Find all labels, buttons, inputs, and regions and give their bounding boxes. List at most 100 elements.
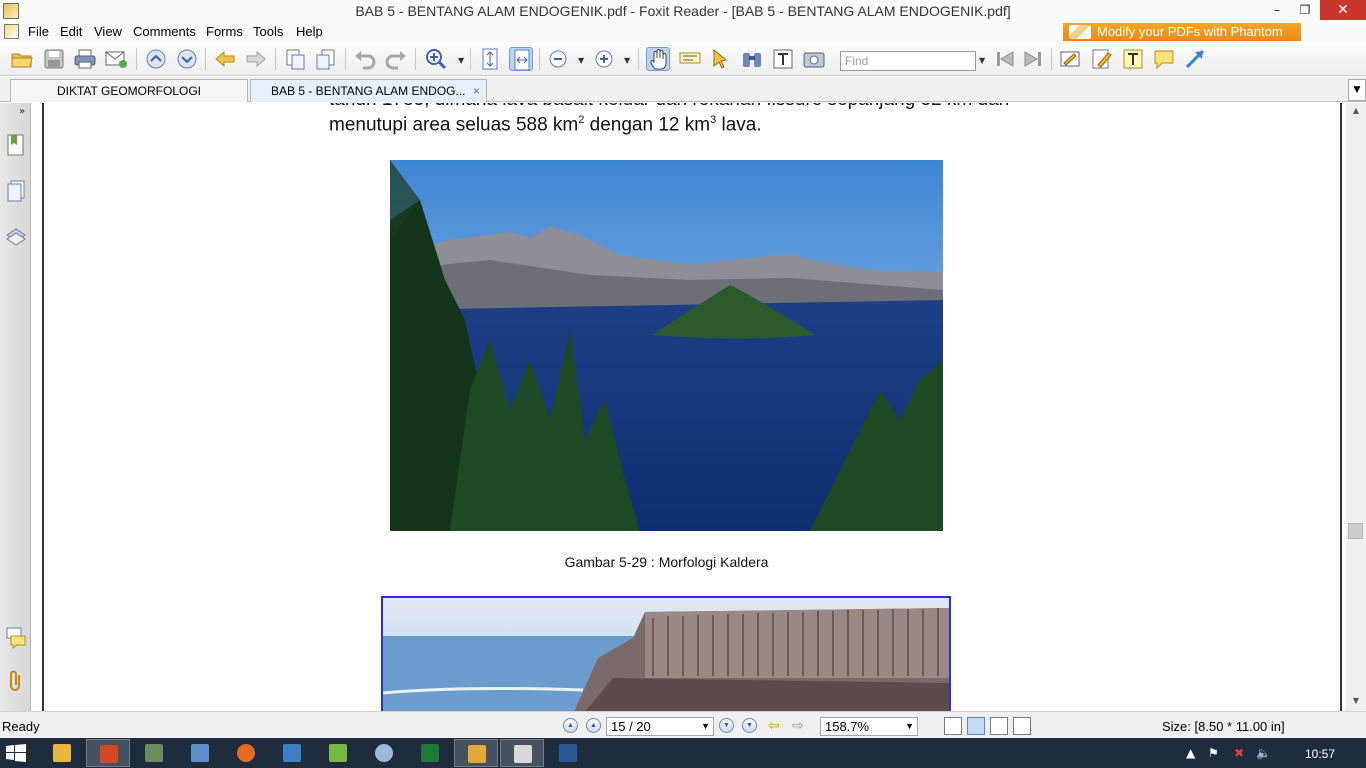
typewriter-icon[interactable] xyxy=(771,47,795,71)
taskbar-foxit-reader[interactable] xyxy=(500,739,544,767)
select-annotation-icon[interactable] xyxy=(709,47,733,71)
comments-panel-icon[interactable] xyxy=(5,625,27,649)
status-bar: Ready ▲ ▲ 15 / 20 ▼ ▼ ▼ ⇦ ⇨ 158.7% ▼ Siz… xyxy=(0,711,1366,738)
find-input[interactable]: Find xyxy=(840,51,976,71)
select-text-icon[interactable] xyxy=(678,47,702,71)
next-page-icon[interactable] xyxy=(175,47,199,71)
zoom-plus-icon[interactable] xyxy=(592,47,616,71)
previous-page-button[interactable]: ▲ xyxy=(586,718,601,733)
extract-pages-icon[interactable] xyxy=(283,47,307,71)
layers-icon[interactable] xyxy=(5,223,27,247)
document-menu-icon[interactable] xyxy=(4,24,19,39)
fit-page-icon[interactable] xyxy=(478,47,502,71)
menu-view[interactable]: View xyxy=(94,24,122,39)
attachments-paperclip-icon[interactable] xyxy=(5,669,27,693)
vertical-scrollbar[interactable]: ▲ ▼ xyxy=(1346,103,1366,711)
sticky-note-icon[interactable] xyxy=(1152,47,1176,71)
taskbar-excel[interactable] xyxy=(408,739,452,767)
go-forward-arrow-icon[interactable]: ⇨ xyxy=(792,717,804,734)
last-page-icon[interactable]: ▼ xyxy=(742,718,757,733)
taskbar-foxit-pen[interactable] xyxy=(454,739,498,767)
hand-tool-icon[interactable] xyxy=(646,47,670,71)
restore-button[interactable]: ❐ xyxy=(1290,0,1320,20)
email-icon[interactable] xyxy=(104,47,128,71)
page-number-select[interactable]: 15 / 20 ▼ xyxy=(606,717,714,736)
tab-list-dropdown-icon[interactable]: ▼ xyxy=(1348,79,1366,101)
text-box-icon[interactable] xyxy=(1121,47,1145,71)
phantom-promo-banner[interactable]: Modify your PDFs with Phantom xyxy=(1063,23,1301,41)
redo-icon[interactable] xyxy=(384,47,408,71)
menu-edit[interactable]: Edit xyxy=(60,24,82,39)
zoom-level-select[interactable]: 158.7% ▼ xyxy=(820,717,918,736)
bookmarks-icon[interactable] xyxy=(5,133,27,157)
undo-icon[interactable] xyxy=(353,47,377,71)
sign-pen-icon[interactable] xyxy=(1058,47,1082,71)
expand-panel-icon[interactable]: » xyxy=(19,106,25,117)
zoom-out-dropdown-arrow[interactable]: ▼ xyxy=(578,56,584,65)
zoom-level-value: 158.7% xyxy=(825,719,870,734)
basalt-cliff-photo xyxy=(381,596,951,711)
taskbar-app-pen[interactable] xyxy=(132,739,176,767)
toolbar-separator xyxy=(275,48,276,70)
find-next-icon[interactable] xyxy=(1021,47,1045,71)
previous-page-icon[interactable] xyxy=(144,47,168,71)
menu-tools[interactable]: Tools xyxy=(253,24,283,39)
taskbar-remote-desktop[interactable] xyxy=(178,739,222,767)
action-center-flag-icon[interactable]: ⚑ xyxy=(1208,746,1219,760)
single-page-layout-icon[interactable] xyxy=(944,717,962,735)
save-icon[interactable] xyxy=(42,47,66,71)
continuous-facing-layout-icon[interactable] xyxy=(1013,717,1031,735)
find-dropdown-arrow[interactable]: ▼ xyxy=(979,56,985,65)
toolbar-separator xyxy=(470,48,471,70)
network-icon[interactable]: ✖ xyxy=(1234,746,1244,760)
minimize-button[interactable]: – xyxy=(1262,0,1292,20)
close-button[interactable]: ✕ xyxy=(1320,0,1366,20)
document-view[interactable]: tahun 1783, dimana lava basalt keluar da… xyxy=(32,103,1342,711)
title-bar: BAB 5 - BENTANG ALAM ENDOGENIK.pdf - Fox… xyxy=(0,0,1366,22)
pages-thumbnails-icon[interactable] xyxy=(5,179,27,203)
print-icon[interactable] xyxy=(73,47,97,71)
zoom-plus-dropdown-arrow[interactable]: ▼ xyxy=(624,56,630,65)
find-binoculars-icon[interactable] xyxy=(740,47,764,71)
taskbar-firefox[interactable] xyxy=(224,739,268,767)
taskbar-file-explorer[interactable] xyxy=(40,739,84,767)
fit-width-icon[interactable] xyxy=(509,47,533,71)
go-back-arrow-icon[interactable]: ⇦ xyxy=(768,717,780,734)
highlight-pen-icon[interactable] xyxy=(1090,47,1114,71)
menu-forms[interactable]: Forms xyxy=(206,24,243,39)
phantom-logo-icon xyxy=(1069,25,1091,39)
taskbar-paint[interactable] xyxy=(362,739,406,767)
clock[interactable]: 10:57 xyxy=(1305,747,1335,761)
tab-diktat-geomorfologi[interactable]: DIKTAT GEOMORFOLOGI xyxy=(10,79,248,102)
windows-start-icon[interactable] xyxy=(6,744,26,762)
tray-expand-icon[interactable]: ▲ xyxy=(1186,746,1195,760)
arrow-tool-icon[interactable] xyxy=(1183,47,1207,71)
continuous-layout-icon[interactable] xyxy=(967,717,985,735)
find-previous-icon[interactable] xyxy=(993,47,1017,71)
menu-comments[interactable]: Comments xyxy=(133,24,196,39)
zoom-in-icon[interactable] xyxy=(424,47,448,71)
forward-arrow-icon[interactable] xyxy=(244,47,268,71)
first-page-icon[interactable]: ▲ xyxy=(563,718,578,733)
menu-file[interactable]: File xyxy=(28,24,49,39)
insert-pages-icon[interactable] xyxy=(314,47,338,71)
back-arrow-icon[interactable] xyxy=(213,47,237,71)
scroll-down-icon[interactable]: ▼ xyxy=(1346,693,1366,709)
menu-help[interactable]: Help xyxy=(296,24,323,39)
volume-icon[interactable]: 🔈 xyxy=(1256,746,1271,760)
scroll-up-icon[interactable]: ▲ xyxy=(1346,103,1366,119)
taskbar-app-green[interactable] xyxy=(316,739,360,767)
open-folder-icon[interactable] xyxy=(10,47,34,71)
tab-bab-5[interactable]: BAB 5 - BENTANG ALAM ENDOG... × xyxy=(250,79,487,102)
zoom-dropdown-arrow[interactable]: ▼ xyxy=(458,56,464,65)
taskbar-keyboard[interactable] xyxy=(270,739,314,767)
zoom-out-icon[interactable] xyxy=(546,47,570,71)
tab-close-icon[interactable]: × xyxy=(473,80,480,102)
taskbar-powerpoint[interactable] xyxy=(86,739,130,767)
taskbar-word[interactable] xyxy=(546,739,590,767)
next-page-button[interactable]: ▼ xyxy=(719,718,734,733)
scrollbar-thumb[interactable] xyxy=(1348,523,1363,539)
main-toolbar: ▼ ▼ ▼ Find ▼ xyxy=(0,42,1366,76)
facing-layout-icon[interactable] xyxy=(990,717,1008,735)
snapshot-camera-icon[interactable] xyxy=(802,47,826,71)
